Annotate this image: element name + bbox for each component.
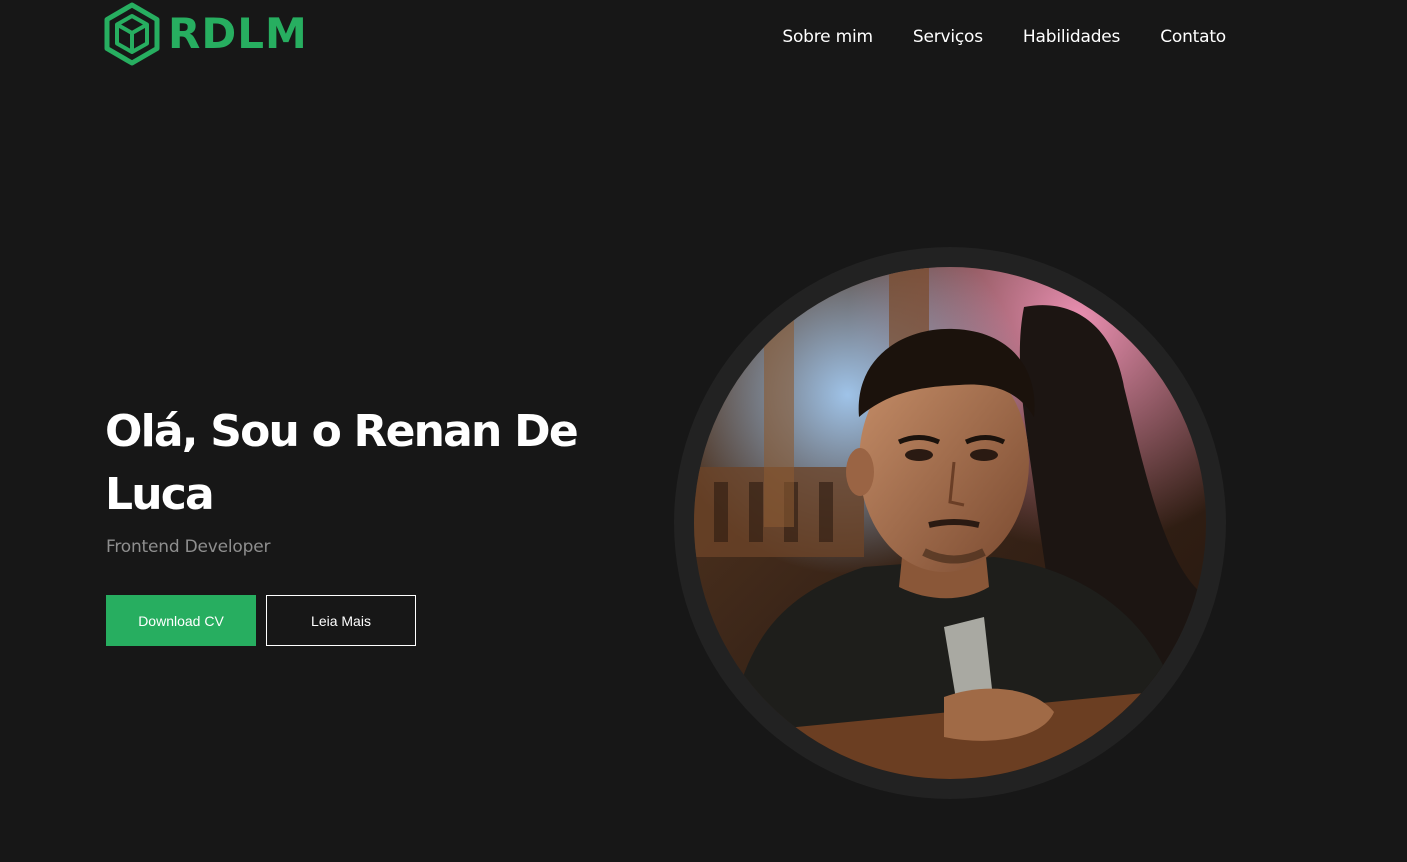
read-more-button[interactable]: Leia Mais (266, 595, 416, 646)
hexagon-cube-icon (104, 2, 160, 66)
hero-title: Olá, Sou o Renan De Luca (105, 406, 579, 520)
download-cv-button[interactable]: Download CV (106, 595, 256, 646)
logo[interactable]: RDLM (104, 2, 308, 66)
nav-item-contato[interactable]: Contato (1160, 25, 1226, 49)
main-nav: Sobre mim Serviços Habilidades Contato (782, 25, 1226, 49)
hero-subtitle: Frontend Developer (106, 537, 271, 557)
page: RDLM Sobre mim Serviços Habilidades Cont… (0, 0, 1407, 862)
logo-text: RDLM (168, 9, 308, 58)
nav-item-servicos[interactable]: Serviços (913, 25, 983, 49)
profile-photo (694, 267, 1206, 779)
profile-photo-illustration (694, 267, 1206, 779)
avatar-frame (674, 247, 1226, 799)
nav-item-habilidades[interactable]: Habilidades (1023, 25, 1120, 49)
nav-item-sobre-mim[interactable]: Sobre mim (782, 25, 873, 49)
